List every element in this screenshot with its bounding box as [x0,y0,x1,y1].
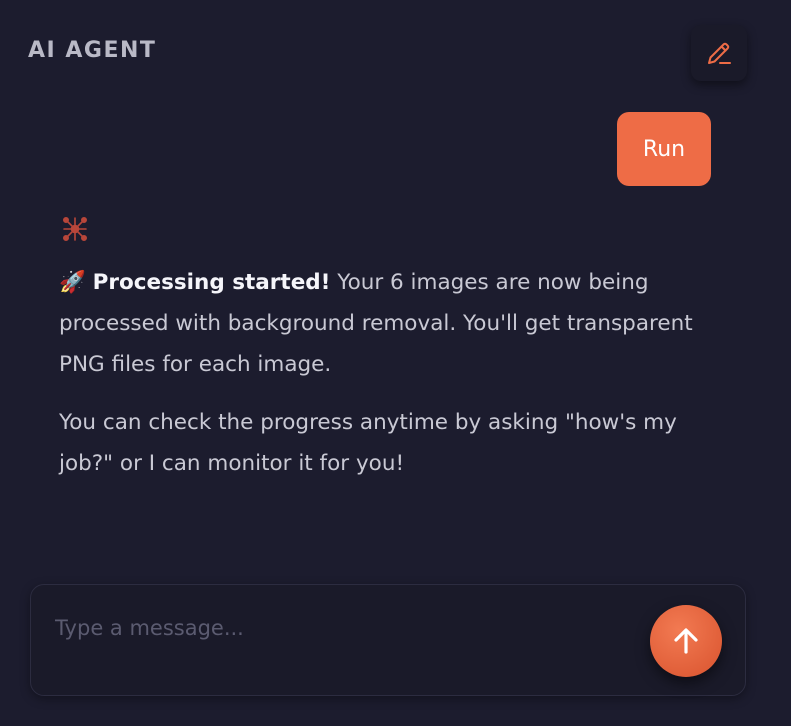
chat-panel: AI AGENT Run 🚀 Processing started! Your … [0,0,791,726]
user-message-bubble: Run [617,112,711,186]
network-node-icon [62,216,87,241]
arrow-up-icon [674,628,698,654]
agent-message-paragraph-2: You can check the progress anytime by as… [59,410,677,476]
panel-title: AI AGENT [28,38,157,63]
rocket-emoji: 🚀 [59,270,86,295]
message-input[interactable] [53,615,617,641]
new-chat-button[interactable] [691,25,747,81]
agent-message-paragraph-1: 🚀 Processing started! Your 6 images are … [59,262,699,385]
pencil-icon [708,42,731,64]
agent-message-bold: Processing started! [92,270,331,295]
message-composer [30,584,746,696]
agent-message: 🚀 Processing started! Your 6 images are … [59,262,699,501]
send-button[interactable] [650,605,722,677]
